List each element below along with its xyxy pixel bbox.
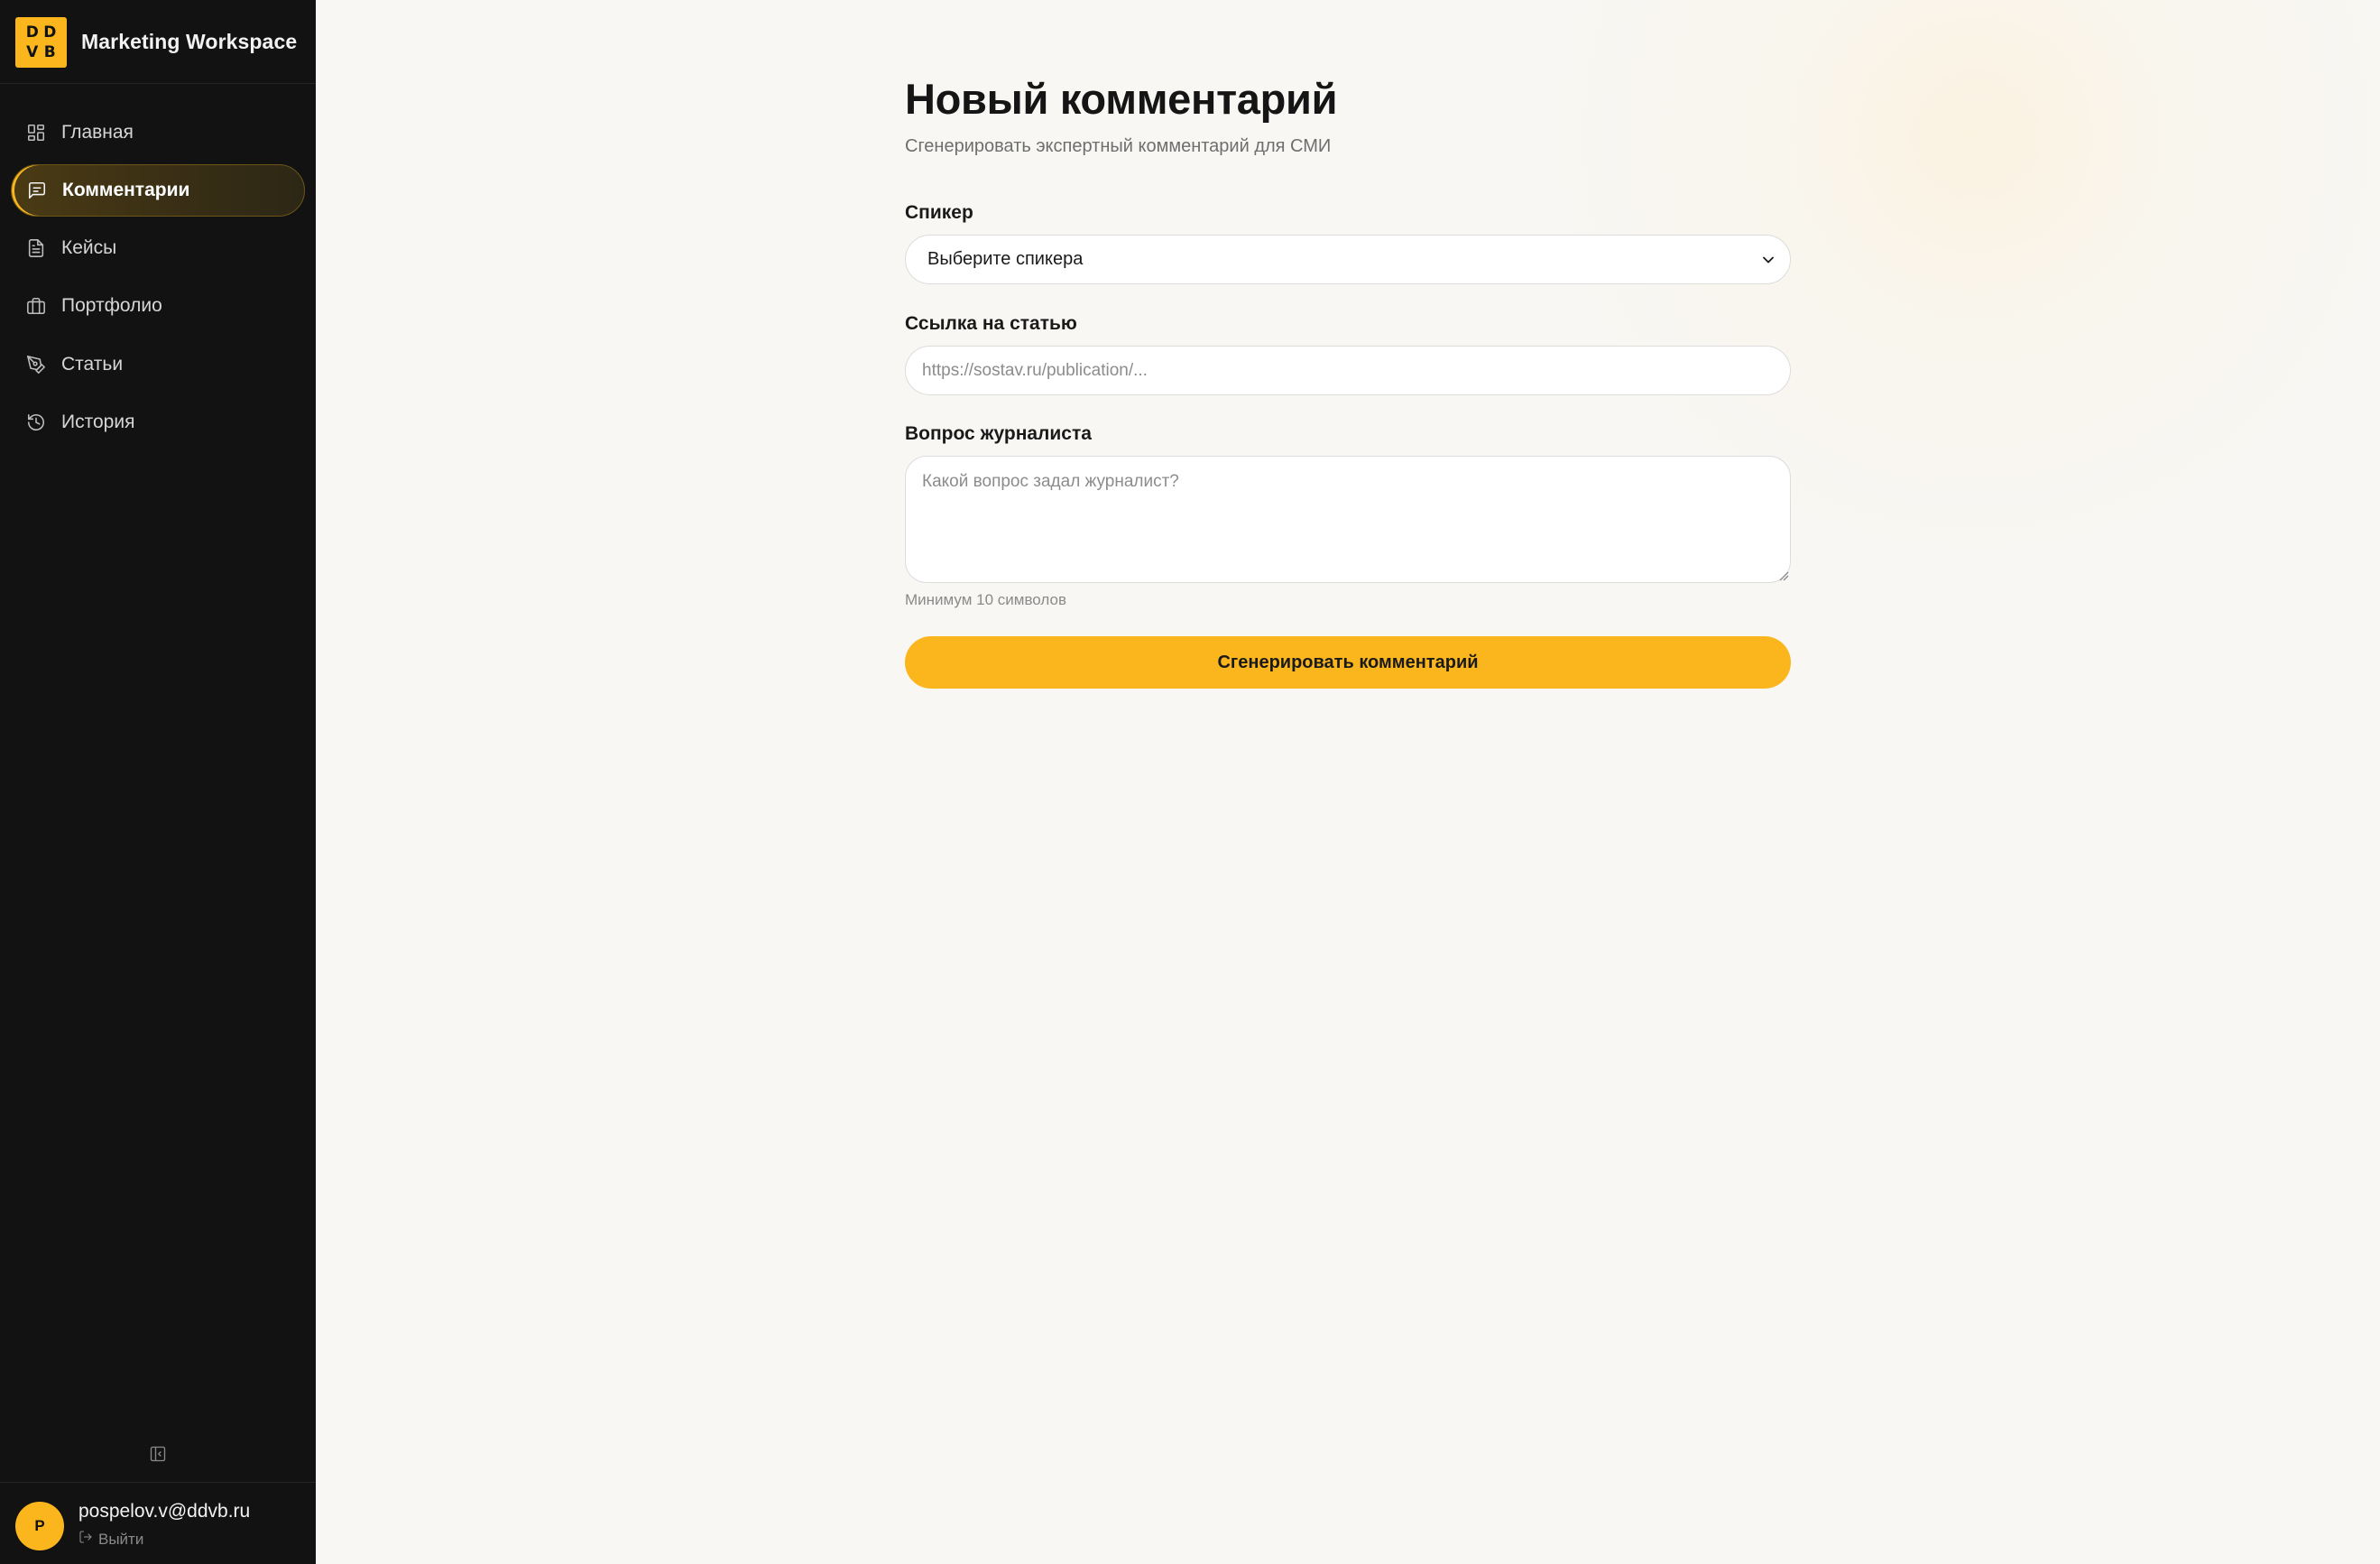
logo-letter: D <box>43 23 57 42</box>
sidebar-item-home[interactable]: Главная <box>11 106 305 159</box>
article-link-input[interactable] <box>905 346 1791 395</box>
history-icon <box>25 412 47 433</box>
avatar[interactable]: P <box>15 1502 64 1550</box>
file-text-icon <box>25 237 47 259</box>
logo-letter: D <box>25 23 39 42</box>
brand-header: D D V B Marketing Workspace <box>0 0 316 84</box>
message-square-icon <box>26 180 48 201</box>
speaker-select[interactable]: Выберите спикера <box>905 235 1791 284</box>
sidebar-item-comments[interactable]: Комментарии <box>11 164 305 217</box>
grid-icon <box>25 122 47 143</box>
logout-label: Выйти <box>98 1530 144 1548</box>
sidebar-item-cases[interactable]: Кейсы <box>11 222 305 274</box>
article-link-label: Ссылка на статью <box>905 313 1077 334</box>
speaker-select-value: Выберите спикера <box>927 249 1084 269</box>
panel-collapse-icon <box>149 1445 167 1467</box>
chevron-down-icon <box>1759 251 1777 269</box>
page-title: Новый комментарий <box>905 75 1338 123</box>
logo-letter: V <box>26 42 39 61</box>
sidebar-item-label: Кейсы <box>61 237 117 258</box>
sidebar-item-label: Главная <box>61 122 134 143</box>
journalist-question-label: Вопрос журналиста <box>905 423 1092 444</box>
sidebar: D D V B Marketing Workspace Главная Комм… <box>0 0 316 1564</box>
pen-tool-icon <box>25 354 47 375</box>
logout-icon <box>78 1530 93 1549</box>
question-hint: Минимум 10 символов <box>905 591 1066 608</box>
sidebar-item-label: История <box>61 412 135 432</box>
page-subtitle: Сгенерировать экспертный комментарий для… <box>905 136 1332 156</box>
resize-handle-icon[interactable] <box>1778 569 1789 581</box>
briefcase-icon <box>25 295 47 317</box>
sidebar-item-label: Портфолио <box>61 295 162 316</box>
generate-comment-button[interactable]: Сгенерировать комментарий <box>905 636 1791 689</box>
user-profile: P pospelov.v@ddvb.ru Выйти <box>0 1482 316 1564</box>
logout-button[interactable]: Выйти <box>78 1530 143 1549</box>
sidebar-collapse-button[interactable] <box>148 1446 168 1466</box>
ddvb-logo[interactable]: D D V B <box>15 17 67 68</box>
logo-letter: B <box>43 42 56 61</box>
speaker-label: Спикер <box>905 202 973 223</box>
sidebar-item-label: Комментарии <box>62 180 190 200</box>
sidebar-item-portfolio[interactable]: Портфолио <box>11 280 305 332</box>
sidebar-item-history[interactable]: История <box>11 396 305 449</box>
app-title: Marketing Workspace <box>81 30 298 53</box>
journalist-question-textarea[interactable] <box>905 456 1791 583</box>
main-content: Новый комментарий Сгенерировать экспертн… <box>316 0 2380 1564</box>
sidebar-item-label: Статьи <box>61 354 124 375</box>
sidebar-item-articles[interactable]: Статьи <box>11 338 305 391</box>
user-email: pospelov.v@ddvb.ru <box>78 1501 251 1522</box>
